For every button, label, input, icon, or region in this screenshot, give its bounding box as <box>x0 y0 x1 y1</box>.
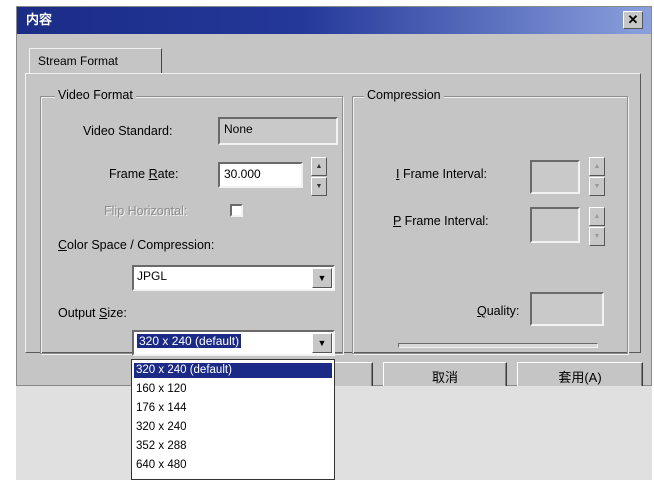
video-standard-field: None <box>218 117 338 145</box>
output-size-label-part: ize: <box>107 306 127 320</box>
window-title: 内容 <box>26 12 53 27</box>
i-frame-spin-down-icon[interactable]: ▼ <box>589 177 605 196</box>
frame-rate-label-part: ate: <box>157 167 179 181</box>
tab-stream-format[interactable]: Stream Format <box>29 48 162 74</box>
quality-label-accel: Q <box>477 304 487 318</box>
p-frame-interval-label: P Frame Interval: <box>393 214 489 228</box>
video-standard-label: Video Standard: <box>83 124 173 138</box>
i-frame-interval-label: I Frame Interval: <box>396 167 487 181</box>
flip-horizontal-label: Flip Horizontal: <box>104 204 188 218</box>
color-space-label-part: olor Space / Compression: <box>67 238 215 252</box>
list-item[interactable]: 176 x 144 <box>134 401 332 416</box>
color-space-dropdown-icon[interactable]: ▼ <box>312 268 332 288</box>
output-size-label-part: Output <box>58 306 99 320</box>
compression-group-label: Compression <box>364 88 444 102</box>
output-size-label: Output Size: <box>58 306 127 320</box>
color-space-select[interactable]: JPGL <box>132 265 335 291</box>
i-frame-label-part: Frame Interval: <box>399 167 488 181</box>
close-button[interactable]: ✕ <box>623 11 643 29</box>
p-frame-interval-input <box>530 207 580 243</box>
quality-label: Quality: <box>477 304 519 318</box>
list-item[interactable]: 320 x 240 (default) <box>134 363 332 378</box>
output-size-dropdown-icon[interactable]: ▼ <box>312 333 332 353</box>
output-size-dropdown-list: 320 x 240 (default) 160 x 120 176 x 144 … <box>131 359 335 480</box>
i-frame-interval-input <box>530 160 580 194</box>
color-space-label-accel: C <box>58 238 68 252</box>
frame-rate-label-part: Frame <box>109 167 149 181</box>
color-space-label: Color Space / Compression: <box>58 238 214 252</box>
p-frame-spin-up-icon[interactable]: ▲ <box>589 207 605 226</box>
quality-slider[interactable] <box>398 343 598 348</box>
output-size-select[interactable]: 320 x 240 (default) <box>132 330 335 356</box>
list-item[interactable]: 320 x 240 <box>134 420 332 435</box>
frame-rate-label-accel: R <box>148 167 158 181</box>
p-frame-label-accel: P <box>393 214 402 228</box>
list-item[interactable]: 352 x 288 <box>134 439 332 454</box>
i-frame-spin-up-icon[interactable]: ▲ <box>589 157 605 176</box>
title-bar <box>17 7 651 34</box>
p-frame-spin-down-icon[interactable]: ▼ <box>589 227 605 246</box>
p-frame-label-part: Frame Interval: <box>401 214 489 228</box>
quality-input <box>530 292 604 326</box>
frame-rate-input[interactable]: 30.000 <box>218 162 303 188</box>
frame-rate-spin-up-icon[interactable]: ▲ <box>311 157 327 176</box>
list-item[interactable]: 160 x 120 <box>134 382 332 397</box>
flip-horizontal-checkbox[interactable] <box>230 204 243 217</box>
video-format-group-label: Video Format <box>55 88 136 102</box>
frame-rate-label: Frame Rate: <box>109 167 178 181</box>
list-item[interactable]: 640 x 480 <box>134 458 332 473</box>
output-size-selected-value: 320 x 240 (default) <box>137 334 242 348</box>
frame-rate-spin-down-icon[interactable]: ▼ <box>311 177 327 196</box>
quality-label-part: uality: <box>486 304 520 318</box>
